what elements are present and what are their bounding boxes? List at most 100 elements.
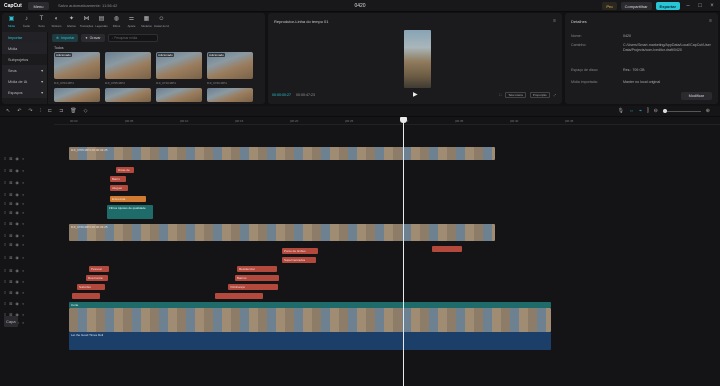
visibility-icon[interactable]: ◉	[15, 156, 19, 161]
text-clip[interactable]: Ponto de ônibus	[282, 248, 318, 254]
media-thumbnail[interactable]	[54, 88, 100, 102]
text-clip[interactable]: Pessoal	[89, 266, 109, 272]
lock-icon[interactable]: ⌑	[4, 255, 6, 260]
import-button[interactable]: ⊕ Importar	[52, 34, 79, 42]
lock-icon[interactable]: ⊠	[9, 279, 12, 284]
lock-icon[interactable]: ⌑	[4, 233, 6, 238]
tool-tab-7[interactable]: ◍ Filtros	[109, 13, 124, 31]
undo-icon[interactable]: ↶	[17, 108, 21, 114]
link-icon[interactable]: ⇔	[629, 108, 634, 114]
text-clip[interactable]: Dicas de	[116, 167, 134, 173]
media-thumbnail[interactable]	[207, 88, 253, 102]
visibility-icon[interactable]: ◉	[15, 201, 19, 206]
lock-icon[interactable]: ⌑	[4, 156, 6, 161]
lock-icon[interactable]: ⊠	[9, 255, 12, 260]
tool-tab-9[interactable]: ▦ Modelos	[139, 13, 154, 31]
audio-icon[interactable]: ◖	[22, 301, 24, 306]
text-clip[interactable]: Bairros	[235, 275, 279, 281]
effect-clip[interactable]: Filtros Ajustes de qualidade	[107, 205, 153, 219]
audio-icon[interactable]: ◖	[22, 192, 24, 197]
audio-icon[interactable]: ◖	[22, 279, 24, 284]
play-button[interactable]: ▶	[413, 91, 418, 98]
audio-icon[interactable]: ◖	[22, 210, 24, 215]
visibility-icon[interactable]: ◉	[15, 268, 19, 273]
record-button[interactable]: ● Gravar	[81, 34, 105, 42]
text-clip[interactable]: Entrevista	[110, 196, 146, 202]
split-right-icon[interactable]: ⊐	[59, 108, 63, 114]
close-icon[interactable]: ×	[708, 2, 716, 10]
video-clip[interactable]: DJI_0705.MP4 00:00:33:25	[69, 147, 495, 160]
minimize-icon[interactable]: –	[684, 2, 692, 10]
zoom-in-icon[interactable]: ⊕	[706, 108, 710, 114]
text-clip[interactable]: Subúrbio	[77, 284, 105, 290]
text-clip[interactable]: Supermercados	[282, 257, 316, 263]
text-clip[interactable]: Residencial	[237, 266, 277, 272]
timeline-clip[interactable]	[215, 293, 263, 299]
lock-icon[interactable]: ⌑	[4, 201, 6, 206]
search-input[interactable]: ⌕ Pesquisar mídia	[107, 34, 158, 42]
media-sidebar-item[interactable]: Espaços ▾	[2, 87, 47, 98]
timeline-clip[interactable]	[432, 246, 462, 252]
audio-icon[interactable]: ◖	[22, 156, 24, 161]
tool-tab-5[interactable]: ⋈ Transições	[79, 13, 94, 31]
lock-icon[interactable]: ⌑	[4, 192, 6, 197]
text-clip[interactable]: Aluguel	[110, 185, 128, 191]
visibility-icon[interactable]: ◉	[15, 210, 19, 215]
player-menu-icon[interactable]: ≡	[553, 18, 556, 24]
lock-icon[interactable]: ⌑	[4, 168, 6, 173]
lock-icon[interactable]: ⌑	[4, 210, 6, 215]
timeline-clip[interactable]	[72, 293, 100, 299]
visibility-icon[interactable]: ◉	[15, 168, 19, 173]
tool-tab-3[interactable]: ◐ Stickers	[49, 13, 64, 31]
expand-icon[interactable]: ⤢	[554, 93, 556, 97]
media-sidebar-item[interactable]: Mídia de IA ▾	[2, 76, 47, 87]
audio-clip[interactable]: Let the Good Times Roll	[69, 332, 551, 350]
mic-icon[interactable]: 🎙	[618, 108, 624, 114]
lock-icon[interactable]: ⊠	[9, 210, 12, 215]
lock-icon[interactable]: ⊠	[9, 192, 12, 197]
visibility-icon[interactable]: ◉	[15, 221, 19, 226]
audio-icon[interactable]: ◖	[22, 290, 24, 295]
pro-button[interactable]: Pro	[602, 2, 617, 10]
lock-icon[interactable]: ⊠	[9, 201, 12, 206]
lock-icon[interactable]: ⊠	[9, 168, 12, 173]
media-sidebar-item[interactable]: Seus ▾	[2, 65, 47, 76]
media-thumbnail[interactable]: Adicionado	[156, 52, 202, 79]
tool-tab-1[interactable]: ♪ Áudio	[19, 13, 34, 31]
lock-icon[interactable]: ⌑	[4, 221, 6, 226]
details-menu-icon[interactable]: ≡	[709, 18, 712, 24]
preview-axis-icon[interactable]: ⫿	[647, 108, 649, 114]
media-sidebar-item[interactable]: Importar	[2, 32, 47, 43]
tool-tab-4[interactable]: ✦ Efeitos	[64, 13, 79, 31]
audio-icon[interactable]: ◖	[22, 168, 24, 173]
share-button[interactable]: Compartilhar	[620, 2, 652, 10]
audio-icon[interactable]: ◖	[22, 180, 24, 185]
tool-tab-10[interactable]: ☺ Avatar de IA	[154, 13, 169, 31]
text-clip[interactable]: Rua bonita	[86, 275, 108, 281]
playhead[interactable]	[403, 117, 404, 386]
text-clip[interactable]: Vizinhança	[228, 284, 278, 290]
visibility-icon[interactable]: ◉	[15, 192, 19, 197]
fullscreen-button[interactable]: Tela inteira	[505, 92, 526, 98]
text-clip[interactable]: Bairro	[110, 176, 126, 182]
filter-all[interactable]: Todos	[54, 46, 64, 50]
lock-icon[interactable]: ⊠	[9, 180, 12, 185]
time-ruler[interactable]: 00:00 |00:05 |00:10 |00:15 |00:20 |00:25 |00:3…	[54, 117, 720, 125]
lock-icon[interactable]: ⊠	[9, 242, 12, 247]
lock-icon[interactable]: ⊠	[9, 156, 12, 161]
visibility-icon[interactable]: ◉	[15, 279, 19, 284]
fullscreen-icon[interactable]: ⛶	[499, 93, 501, 97]
lock-icon[interactable]: ⌑	[4, 279, 6, 284]
visibility-icon[interactable]: ◉	[15, 255, 19, 260]
timeline-clip[interactable]	[69, 308, 551, 332]
lock-icon[interactable]: ⌑	[4, 290, 6, 295]
visibility-icon[interactable]: ◉	[15, 301, 19, 306]
audio-icon[interactable]: ◖	[22, 221, 24, 226]
lock-icon[interactable]: ⊠	[9, 221, 12, 226]
select-tool-icon[interactable]: ↖	[6, 108, 10, 114]
lock-icon[interactable]: ⌑	[4, 268, 6, 273]
lock-icon[interactable]: ⌑	[4, 180, 6, 185]
audio-icon[interactable]: ◖	[22, 233, 24, 238]
lock-icon[interactable]: ⊠	[9, 268, 12, 273]
lock-icon[interactable]: ⌑	[4, 301, 6, 306]
